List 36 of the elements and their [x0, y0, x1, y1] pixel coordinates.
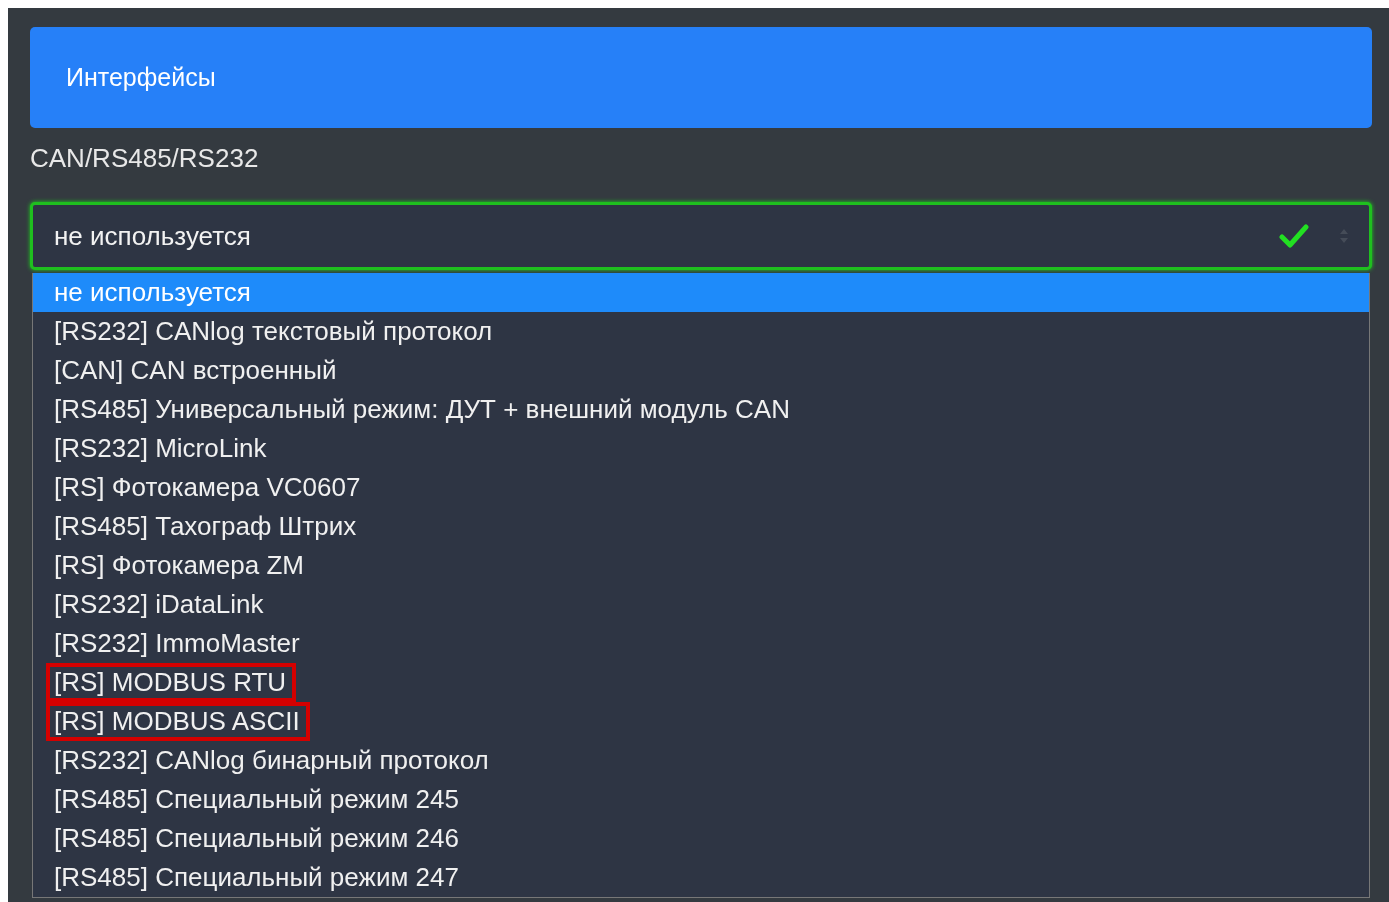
- option-label: [RS232] CANlog бинарный протокол: [53, 744, 490, 777]
- check-icon: [1279, 224, 1309, 248]
- option-row[interactable]: [RS] Фотокамера VC0607: [33, 468, 1369, 507]
- option-row[interactable]: [RS232] MicroLink: [33, 429, 1369, 468]
- option-row[interactable]: [RS] MODBUS RTU: [33, 663, 1369, 702]
- option-label: [RS232] ImmoMaster: [53, 627, 301, 660]
- option-label: [RS] Фотокамера VC0607: [53, 471, 362, 504]
- option-row[interactable]: [RS232] CANlog бинарный протокол: [33, 741, 1369, 780]
- interface-select[interactable]: не используется: [30, 202, 1372, 270]
- option-row[interactable]: [RS485] Специальный режим 246: [33, 819, 1369, 858]
- option-row[interactable]: [RS485] Универсальный режим: ДУТ + внешний модуль CAN: [33, 390, 1369, 429]
- option-row[interactable]: [CAN] CAN встроенный: [33, 351, 1369, 390]
- option-row[interactable]: [RS232] iDataLink: [33, 585, 1369, 624]
- highlighted-option-label: [RS] MODBUS RTU: [46, 663, 297, 702]
- option-label: [RS485] Универсальный режим: ДУТ + внешний модуль CAN: [53, 393, 791, 426]
- option-row[interactable]: [RS485] Специальный режим 247: [33, 858, 1369, 897]
- option-row[interactable]: [RS485] Специальный режим 245: [33, 780, 1369, 819]
- option-label: [CAN] CAN встроенный: [53, 354, 338, 387]
- sort-arrows-icon: [1339, 227, 1349, 245]
- option-row[interactable]: [RS] MODBUS ASCII: [33, 702, 1369, 741]
- option-row[interactable]: [RS232] ImmoMaster: [33, 624, 1369, 663]
- option-label: [RS232] CANlog текстовый протокол: [53, 315, 494, 348]
- option-label: [RS485] Специальный режим 245: [53, 783, 460, 816]
- option-row[interactable]: [RS232] CANlog текстовый протокол: [33, 312, 1369, 351]
- option-label: [RS] Фотокамера ZM: [53, 549, 305, 582]
- option-label: [RS485] Специальный режим 247: [53, 861, 460, 894]
- option-row[interactable]: [RS] Фотокамера ZM: [33, 546, 1369, 585]
- option-label: не используется: [53, 276, 252, 309]
- header-title: Интерфейсы: [66, 63, 216, 92]
- option-label: [RS485] Специальный режим 246: [53, 822, 460, 855]
- option-row[interactable]: [RS485] Тахограф Штрих: [33, 507, 1369, 546]
- option-label: [RS485] Тахограф Штрих: [53, 510, 358, 543]
- field-label: CAN/RS485/RS232: [30, 142, 259, 174]
- highlighted-option-label: [RS] MODBUS ASCII: [46, 702, 310, 741]
- option-label: [RS232] iDataLink: [53, 588, 265, 621]
- option-label: [RS232] MicroLink: [53, 432, 268, 465]
